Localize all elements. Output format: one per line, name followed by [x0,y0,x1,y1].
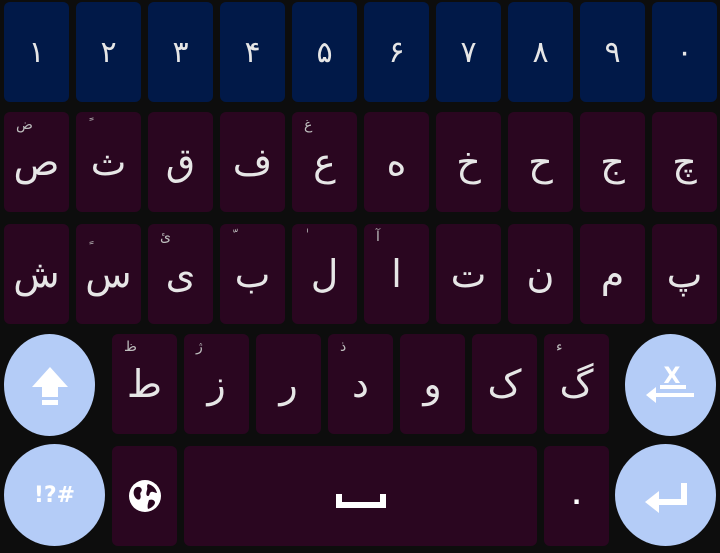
key-label: ۶ [388,34,405,70]
key-label: ح [528,140,553,184]
key-label: م [600,252,625,296]
key-he[interactable]: ه [364,112,429,212]
key-se[interactable]: ًث [76,112,141,212]
key-hint: ژ [196,339,203,355]
key-ze[interactable]: ژز [184,334,249,434]
key-4[interactable]: ۴ [220,2,285,102]
key-kaf[interactable]: ک [472,334,537,434]
key-label: ف [232,140,273,184]
key-2[interactable]: ٢ [76,2,141,102]
key-hint: ض [16,117,33,133]
key-gaf[interactable]: ءگ [544,334,609,434]
key-alef[interactable]: آا [364,224,429,324]
key-label: گ [559,362,594,406]
key-label: ش [13,252,60,296]
key-0[interactable]: ٠ [652,2,717,102]
key-label: ن [526,252,555,296]
key-hint: ئ [160,229,171,245]
key-pe[interactable]: پ [652,224,717,324]
key-label: ٧ [460,34,477,70]
key-label: ی [165,252,196,296]
key-5[interactable]: ۵ [292,2,357,102]
key-8[interactable]: ٨ [508,2,573,102]
key-label: د [352,362,369,406]
key-label: ث [90,140,127,184]
key-hint: ء [556,339,563,355]
key-lam[interactable]: ٰل [292,224,357,324]
key-label: ر [279,362,298,406]
key-vav[interactable]: و [400,334,465,434]
key-label: ک [487,362,522,406]
key-label: ق [165,140,196,184]
period-key[interactable]: . [544,446,609,546]
shift-arrow-icon [31,367,68,405]
globe-icon [128,480,161,512]
key-nun[interactable]: ن [508,224,573,324]
key-ye[interactable]: ئی [148,224,213,324]
key-label: ب [234,252,271,296]
key-hint: ظ [124,339,137,355]
key-hint: غ [304,117,313,133]
key-label: ت [450,252,487,296]
key-label: ل [310,252,339,296]
key-3[interactable]: ٣ [148,2,213,102]
key-dal[interactable]: ذد [328,334,393,434]
key-ta[interactable]: ظط [112,334,177,434]
key-label: ا [391,252,402,296]
symbols-label: !?# [33,482,76,508]
key-hint: ذ [340,339,347,355]
key-label: ه [386,140,407,184]
key-label: ع [313,140,336,184]
key-label: ز [207,362,226,406]
key-mim[interactable]: م [580,224,645,324]
key-9[interactable]: ٩ [580,2,645,102]
key-hint: آ [376,229,380,245]
key-te[interactable]: ت [436,224,501,324]
key-re[interactable]: ر [256,334,321,434]
key-sin[interactable]: ٍس [76,224,141,324]
key-be[interactable]: ّب [220,224,285,324]
key-label: ۵ [316,34,333,70]
key-khe[interactable]: خ [436,112,501,212]
key-label: و [423,362,442,406]
key-label: ط [126,362,163,406]
key-label: ۴ [244,34,261,70]
key-label: ٩ [604,34,621,70]
language-button[interactable] [112,446,177,546]
key-hhe[interactable]: ح [508,112,573,212]
key-label: س [85,252,132,296]
key-7[interactable]: ٧ [436,2,501,102]
key-label: ٣ [172,34,189,70]
enter-arrow-icon [644,483,687,513]
key-label: ١ [28,34,45,70]
key-label: ٨ [532,34,549,70]
key-label: ٢ [100,34,117,70]
key-shin[interactable]: ش [4,224,69,324]
keyboard: ١ ٢ ٣ ۴ ۵ ۶ ٧ ٨ ٩ ٠ ضص ًث ق ف غع ه خ ح ج… [0,0,720,553]
key-label: ص [13,140,60,184]
enter-button[interactable] [615,444,716,546]
symbols-button[interactable]: !?# [4,444,105,546]
key-jim[interactable]: ج [580,112,645,212]
delete-button[interactable]: X [625,334,716,436]
key-1[interactable]: ١ [4,2,69,102]
key-ein[interactable]: غع [292,112,357,212]
space-bar-icon [335,494,386,508]
key-label: چ [672,140,697,184]
key-6[interactable]: ۶ [364,2,429,102]
key-che[interactable]: چ [652,112,717,212]
key-label: ٠ [676,34,693,70]
backspace-x-icon: X [645,364,694,403]
key-label: خ [456,140,481,184]
key-sad[interactable]: ضص [4,112,69,212]
shift-button[interactable] [4,334,95,436]
key-label: ج [600,140,625,184]
key-fe[interactable]: ف [220,112,285,212]
space-bar[interactable] [184,446,537,546]
key-label: پ [666,252,703,296]
key-label: . [571,482,582,510]
key-qaf[interactable]: ق [148,112,213,212]
